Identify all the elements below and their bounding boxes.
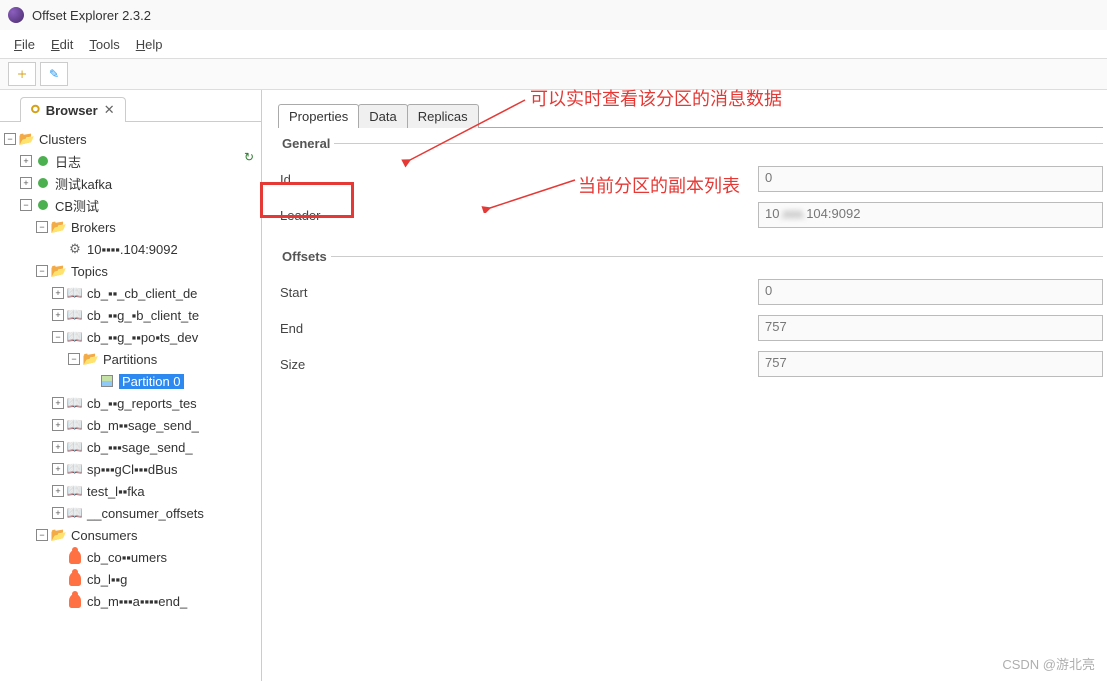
toggle-icon[interactable]: + [20, 177, 32, 189]
tree-item[interactable]: Partitions [103, 352, 157, 367]
end-label: End [278, 321, 758, 336]
toggle-icon[interactable]: + [52, 309, 64, 321]
tree-item[interactable]: cb_▪▪▪sage_send_ [87, 440, 193, 455]
edit-icon: ✎ [49, 67, 59, 81]
topic-icon: 📖 [67, 395, 83, 411]
tree-item[interactable]: Brokers [71, 220, 116, 235]
tree-item[interactable]: cb_▪▪g_reports_tes [87, 396, 197, 411]
size-value: 757 [758, 351, 1103, 377]
end-value: 757 [758, 315, 1103, 341]
toggle-icon[interactable]: + [52, 441, 64, 453]
gear-icon: ⚙ [67, 241, 83, 257]
offsets-legend: Offsets [278, 249, 331, 264]
start-label: Start [278, 285, 758, 300]
consumer-icon [67, 593, 83, 609]
toggle-icon[interactable]: + [52, 287, 64, 299]
toggle-icon[interactable]: + [52, 485, 64, 497]
consumer-icon [67, 571, 83, 587]
toggle-icon[interactable]: − [36, 221, 48, 233]
toggle-icon[interactable]: + [52, 397, 64, 409]
tree-item[interactable]: __consumer_offsets [87, 506, 204, 521]
toggle-icon[interactable]: + [20, 155, 32, 167]
toggle-icon[interactable]: − [36, 265, 48, 277]
annotation-2: 当前分区的副本列表 [578, 172, 740, 198]
tree-item[interactable]: 日志 [55, 152, 81, 171]
window-title: Offset Explorer 2.3.2 [32, 8, 151, 23]
offsets-fieldset: Offsets Start 0 End 757 Size 757 [278, 249, 1103, 382]
toolbar-btn-1[interactable]: 🞣 [8, 62, 36, 86]
status-green-icon [35, 197, 51, 213]
tree-item[interactable]: sp▪▪▪gCl▪▪▪dBus [87, 462, 178, 477]
topic-icon: 📖 [67, 439, 83, 455]
toggle-icon[interactable]: − [4, 133, 16, 145]
tree[interactable]: −📂Clusters +日志 +测试kafka −CB测试 −📂Brokers … [0, 122, 261, 681]
toggle-icon[interactable]: − [52, 331, 64, 343]
status-green-icon [35, 175, 51, 191]
topic-icon: 📖 [67, 307, 83, 323]
tree-item[interactable]: 测试kafka [55, 174, 112, 193]
annotation-1: 可以实时查看该分区的消息数据 [530, 85, 782, 111]
topic-icon: 📖 [67, 505, 83, 521]
general-legend: General [278, 136, 334, 151]
folder-open-icon: 📂 [51, 527, 67, 543]
app-logo-icon [8, 7, 24, 23]
tree-item[interactable]: 10▪▪▪▪.104:9092 [87, 242, 178, 257]
menu-file[interactable]: File [8, 35, 41, 54]
tree-icon: 🞇 [31, 104, 40, 117]
browser-tab[interactable]: 🞇 Browser ✕ [20, 97, 126, 122]
tree-item[interactable]: Topics [71, 264, 108, 279]
watermark: CSDN @游北亮 [1002, 654, 1095, 673]
tree-item[interactable]: cb_▪▪g_▪▪po▪ts_dev [87, 330, 198, 345]
toolbar-btn-2[interactable]: ✎ [40, 62, 68, 86]
tree-item[interactable]: cb_l▪▪g [87, 572, 127, 587]
toggle-icon[interactable]: + [52, 507, 64, 519]
tree-item[interactable]: Consumers [71, 528, 137, 543]
folder-open-icon: 📂 [83, 351, 99, 367]
sidebar: 🞇 Browser ✕ ↻ −📂Clusters +日志 +测试kafka −C… [0, 90, 262, 681]
browser-tab-label: Browser [46, 103, 98, 118]
toggle-icon[interactable]: + [52, 463, 64, 475]
folder-open-icon: 📂 [51, 219, 67, 235]
tree-item[interactable]: test_l▪▪fka [87, 484, 145, 499]
tab-replicas[interactable]: Replicas [407, 104, 479, 128]
toggle-icon[interactable]: − [20, 199, 32, 211]
tree-item[interactable]: cb_m▪▪sage_send_ [87, 418, 199, 433]
start-value: 0 [758, 279, 1103, 305]
menu-edit[interactable]: Edit [45, 35, 79, 54]
highlight-box [260, 182, 354, 218]
toggle-icon[interactable]: + [52, 419, 64, 431]
topic-icon: 📖 [67, 417, 83, 433]
title-bar: Offset Explorer 2.3.2 [0, 0, 1107, 30]
status-green-icon [35, 153, 51, 169]
menu-help[interactable]: Help [130, 35, 169, 54]
toggle-icon[interactable]: − [68, 353, 80, 365]
folder-open-icon: 📂 [51, 263, 67, 279]
tree-item[interactable]: cb_▪▪_cb_client_de [87, 286, 197, 301]
consumer-icon [67, 549, 83, 565]
topic-icon: 📖 [67, 461, 83, 477]
partition-icon [99, 373, 115, 389]
menu-bar: File Edit Tools Help [0, 30, 1107, 58]
sidebar-tab-header: 🞇 Browser ✕ [0, 90, 261, 122]
toggle-icon[interactable]: − [36, 529, 48, 541]
menu-tools[interactable]: Tools [83, 35, 125, 54]
tree-item[interactable]: cb_co▪▪umers [87, 550, 167, 565]
topic-icon: 📖 [67, 285, 83, 301]
plus-cluster-icon: 🞣 [17, 67, 26, 82]
tab-data[interactable]: Data [358, 104, 407, 128]
close-icon[interactable]: ✕ [104, 102, 115, 118]
folder-open-icon: 📂 [19, 131, 35, 147]
tree-root[interactable]: Clusters [39, 132, 87, 147]
tree-item[interactable]: cb_▪▪g_▪b_client_te [87, 308, 199, 323]
topic-icon: 📖 [67, 329, 83, 345]
id-value: 0 [758, 166, 1103, 192]
tree-item-selected[interactable]: Partition 0 [119, 374, 184, 389]
leader-value: 10.xxx.104:9092 [758, 202, 1103, 228]
tab-properties[interactable]: Properties [278, 104, 359, 128]
tree-item[interactable]: cb_m▪▪▪a▪▪▪▪end_ [87, 594, 187, 609]
tree-item[interactable]: CB测试 [55, 196, 99, 215]
topic-icon: 📖 [67, 483, 83, 499]
size-label: Size [278, 357, 758, 372]
